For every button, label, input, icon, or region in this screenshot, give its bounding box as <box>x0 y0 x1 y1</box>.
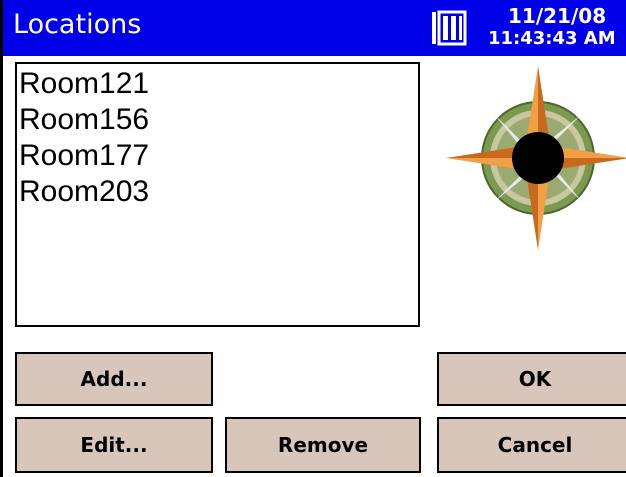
window-title: Locations <box>13 9 142 40</box>
edit-button[interactable]: Edit... <box>15 417 213 473</box>
cancel-button[interactable]: Cancel <box>437 417 626 473</box>
list-item[interactable]: Room156 <box>19 102 418 138</box>
clock-date[interactable]: 11/21/08 <box>508 4 606 28</box>
list-item[interactable]: Room203 <box>19 174 418 210</box>
battery-icon[interactable] <box>431 10 467 46</box>
remove-button[interactable]: Remove <box>225 417 421 473</box>
locations-list[interactable]: Room121 Room156 Room177 Room203 <box>15 62 420 327</box>
list-item[interactable]: Room177 <box>19 138 418 174</box>
clock-time[interactable]: 11:43:43 AM <box>488 28 616 49</box>
list-item[interactable]: Room121 <box>19 66 418 102</box>
ok-button[interactable]: OK <box>437 352 626 406</box>
locations-screen: Locations 11/21/08 11:43:43 AM Room121 R… <box>0 0 626 477</box>
compass-rose-icon <box>446 66 626 250</box>
add-button[interactable]: Add... <box>15 352 213 406</box>
title-bar: Locations 11/21/08 11:43:43 AM <box>3 0 626 56</box>
